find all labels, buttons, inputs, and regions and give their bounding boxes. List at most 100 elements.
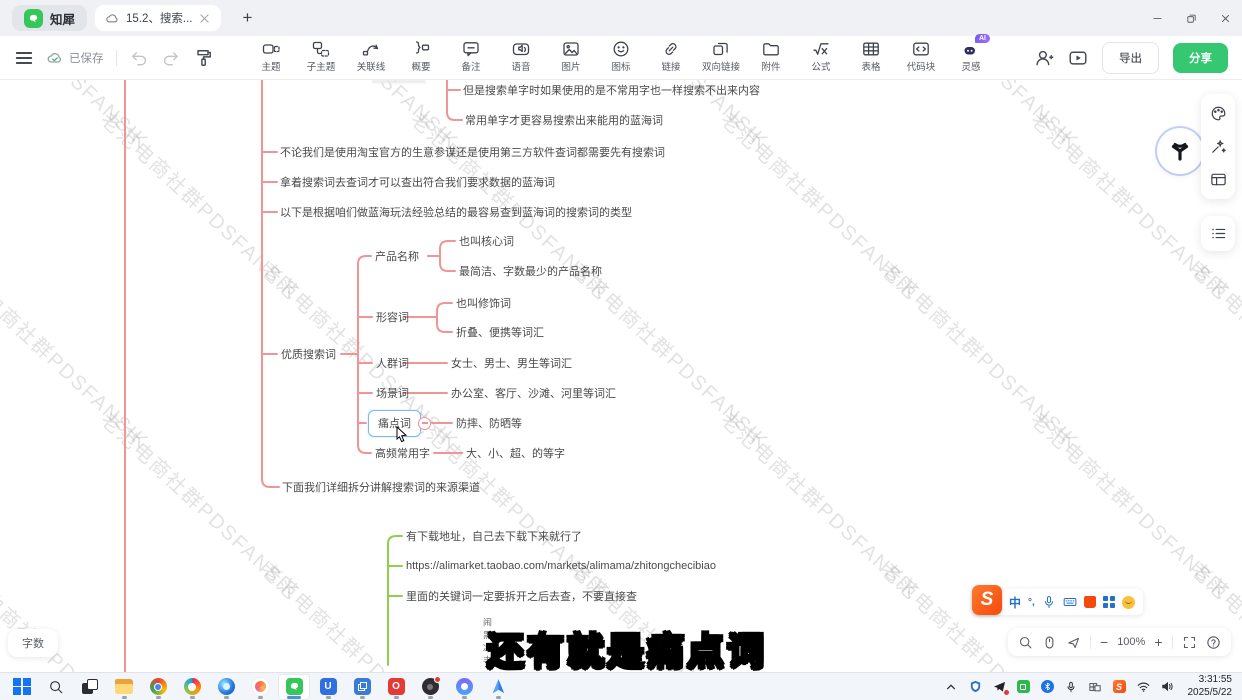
start-button[interactable]	[6, 674, 38, 700]
tool-emoji[interactable]: 图标	[599, 40, 643, 73]
search-icon[interactable]	[1018, 635, 1033, 650]
mindmap-node[interactable]: 以下是根据咱们做蓝海玩法经验总结的最容易查到蓝海词的搜索词的类型	[280, 204, 632, 220]
edge-icon[interactable]	[210, 674, 242, 700]
telegram-icon[interactable]	[992, 679, 1007, 694]
tool-subtopic[interactable]: 子主题	[299, 40, 343, 73]
document-tab[interactable]: 15.2、搜索...	[95, 5, 221, 31]
share-button[interactable]: 分享	[1173, 43, 1228, 73]
tool-formula[interactable]: 公式	[799, 40, 843, 73]
mindmap-node[interactable]: 办公室、客厅、沙滩、河里等词汇	[451, 385, 616, 401]
app-purple-ring-icon[interactable]	[448, 674, 480, 700]
wifi-icon[interactable]	[1136, 679, 1151, 694]
theme-palette-button[interactable]	[1210, 105, 1227, 122]
tool-note[interactable]: 备注	[449, 40, 493, 73]
mindmap-node[interactable]: 女士、男士、男生等词汇	[451, 355, 572, 371]
app-blue-plane-icon[interactable]	[482, 674, 514, 700]
mindmap-node[interactable]: 里面的关键词一定要拆开之后去查，不要直接查	[406, 588, 637, 604]
tool-table[interactable]: 表格	[849, 40, 893, 73]
tool-bilink[interactable]: 双向链接	[699, 40, 743, 73]
tool-attachment[interactable]: 附件	[749, 40, 793, 73]
app-dark-badge-icon[interactable]	[414, 674, 446, 700]
mindmap-node[interactable]: 但是搜索单字时如果使用的是不常用字也一样搜索不出来内容	[463, 82, 760, 98]
mindmap-node[interactable]: 不论我们是使用淘宝官方的生意参谋还是使用第三方软件查词都需要先有搜索词	[280, 144, 665, 160]
tool-image[interactable]: 图片	[549, 40, 593, 73]
redo-button[interactable]	[161, 48, 181, 68]
ime-emoji-icon[interactable]	[1122, 596, 1135, 609]
app-blue-copy-icon[interactable]	[346, 674, 378, 700]
word-count-pill[interactable]: 字数	[8, 629, 58, 657]
mindmap-node[interactable]: 常用单字才更容易搜索出来能用的蓝海词	[465, 112, 663, 128]
mindmap-node[interactable]: 形容词	[376, 309, 409, 325]
task-view-button[interactable]	[74, 674, 106, 700]
ime-toolbox-icon[interactable]	[1103, 596, 1115, 608]
mindmap-node[interactable]: https://alimarket.taobao.com/markets/ali…	[406, 560, 716, 572]
zoom-out-button[interactable]: −	[1100, 635, 1108, 649]
volume-icon[interactable]	[1160, 679, 1175, 694]
mindmap-node[interactable]: 高频常用字	[375, 445, 430, 461]
minimize-button[interactable]	[1140, 0, 1174, 36]
menu-hamburger-button[interactable]	[14, 48, 34, 68]
ime-mic-icon[interactable]	[1042, 595, 1056, 609]
mindmap-node[interactable]: 最简洁、字数最少的产品名称	[459, 263, 602, 279]
sogou-logo-icon[interactable]: S	[972, 585, 1002, 615]
tool-ai-robot[interactable]: AI 灵感	[949, 40, 993, 73]
mindmap-node[interactable]: 也叫修饰词	[456, 295, 511, 311]
mindmap-node[interactable]: 人群词	[376, 355, 409, 371]
ai-assistant-bubble[interactable]	[1160, 131, 1200, 171]
mouse-mode-icon[interactable]	[1042, 635, 1057, 650]
zhixi-app-icon[interactable]	[278, 674, 310, 700]
tool-summary[interactable]: 概要	[399, 40, 443, 73]
mindmap-node[interactable]: 优质搜索词	[281, 346, 336, 362]
app-red-o-icon[interactable]: O	[380, 674, 412, 700]
layout-button[interactable]	[1210, 171, 1227, 188]
search-button[interactable]	[40, 674, 72, 700]
ime-skin-icon[interactable]	[1084, 596, 1096, 608]
tool-voice[interactable]: 语音	[499, 40, 543, 73]
browser-colorwheel-icon[interactable]	[176, 674, 208, 700]
ime-keyboard-icon[interactable]	[1063, 595, 1077, 609]
tray-chevron-icon[interactable]	[944, 679, 959, 694]
app-orange-swirl-icon[interactable]	[244, 674, 276, 700]
mindmap-node[interactable]: 防摔、防晒等	[456, 415, 522, 431]
ime-punctuation[interactable]: °,	[1028, 597, 1035, 608]
mindmap-canvas[interactable]: 老范电商社群PDSFANSIK老范电商社群PDSFANSIK老范电商社群PDSF…	[0, 80, 1242, 672]
file-explorer-icon[interactable]	[108, 674, 140, 700]
tool-relation[interactable]: 关联线	[349, 40, 393, 73]
fullscreen-icon[interactable]	[1182, 635, 1197, 650]
tool-link[interactable]: 链接	[649, 40, 693, 73]
export-button[interactable]: 导出	[1102, 42, 1159, 74]
chrome-icon[interactable]	[142, 674, 174, 700]
app-tab[interactable]: 知犀	[12, 5, 87, 31]
magic-wand-button[interactable]	[1210, 138, 1227, 155]
zoom-in-button[interactable]: +	[1154, 635, 1162, 649]
sogou-tray-icon[interactable]: S	[1112, 679, 1127, 694]
tray-green-app-icon[interactable]	[1016, 679, 1031, 694]
tab-close-icon[interactable]	[198, 12, 211, 25]
mindmap-node[interactable]: 有下载地址，自己去下载下来就行了	[406, 528, 582, 544]
ime-lang-icon[interactable]	[1088, 679, 1103, 694]
cursor-mode-icon[interactable]	[1066, 635, 1081, 650]
microphone-icon[interactable]	[1064, 679, 1079, 694]
taskbar-clock[interactable]: 3:31:55 2025/5/22	[1188, 674, 1233, 699]
bluetooth-icon[interactable]	[1040, 679, 1055, 694]
undo-button[interactable]	[129, 48, 149, 68]
mindmap-node[interactable]: 产品名称	[375, 248, 419, 264]
new-tab-button[interactable]: +	[237, 8, 257, 28]
collapse-handle-icon[interactable]	[418, 417, 431, 430]
close-button[interactable]	[1208, 0, 1242, 36]
mindmap-node[interactable]: 也叫核心词	[459, 233, 514, 249]
mindmap-node[interactable]: 场景词	[376, 385, 409, 401]
app-blue-u-icon[interactable]: U	[312, 674, 344, 700]
help-icon[interactable]	[1206, 635, 1221, 650]
outline-list-button[interactable]	[1210, 225, 1227, 242]
mindmap-node[interactable]: 大、小、超、的等字	[466, 445, 565, 461]
mindmap-node[interactable]: 拿着搜索词去查词才可以查出符合我们要求数据的蓝海词	[280, 174, 555, 190]
collaborate-button[interactable]	[1034, 48, 1054, 68]
defender-shield-icon[interactable]	[968, 679, 983, 694]
mindmap-node[interactable]: 下面我们详细拆分讲解搜索词的来源渠道	[282, 479, 480, 495]
mindmap-node[interactable]: 折叠、便携等词汇	[456, 324, 544, 340]
format-painter-button[interactable]	[193, 48, 213, 68]
restore-button[interactable]	[1174, 0, 1208, 36]
presentation-button[interactable]	[1068, 48, 1088, 68]
tool-codeblock[interactable]: 代码块	[899, 40, 943, 73]
